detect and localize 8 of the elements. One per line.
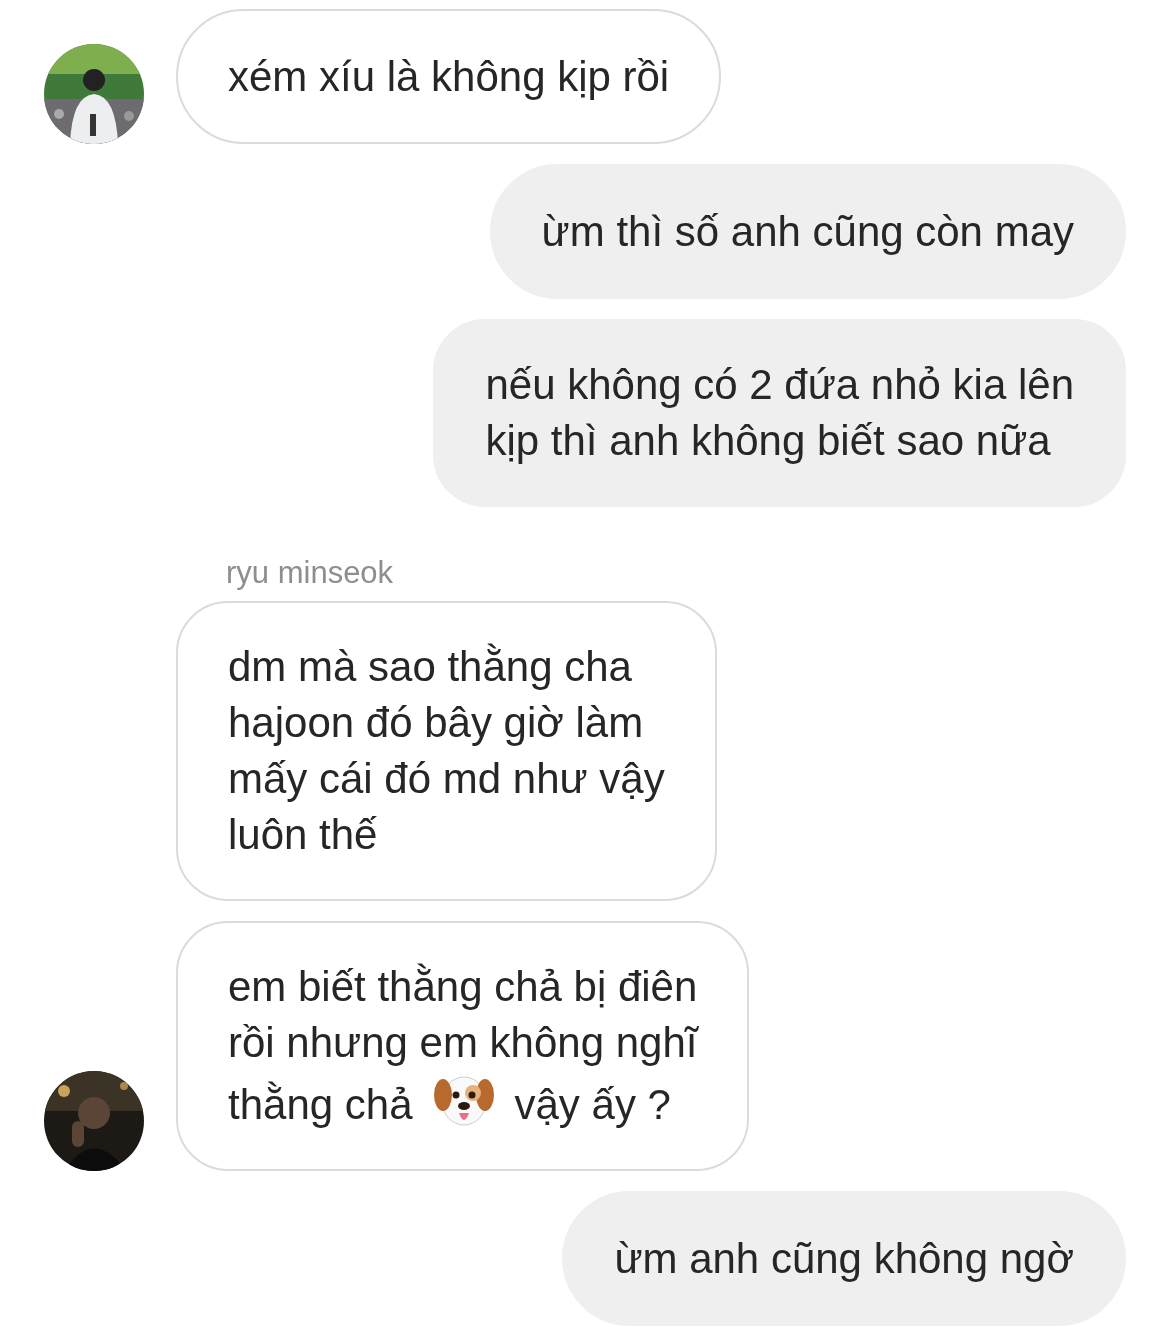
message-text: thằng chả	[228, 1081, 413, 1128]
message-text: ừm anh cũng không ngờ	[614, 1235, 1074, 1282]
message-text: dm mà sao thằng cha hajoon đó bây giờ làm mấy cái đó md như vậy luôn thế	[228, 643, 665, 858]
sender-name: ryu minseok	[226, 555, 395, 591]
message-text: nếu không có 2 đứa nhỏ kia lên kịp thì anh không biết sao nữa	[485, 361, 1074, 464]
message-text: ừm thì số anh cũng còn may	[541, 208, 1074, 255]
message-text: xém xíu là không kịp rồi	[228, 53, 670, 100]
message-text: vậy ấy ?	[514, 1081, 671, 1128]
